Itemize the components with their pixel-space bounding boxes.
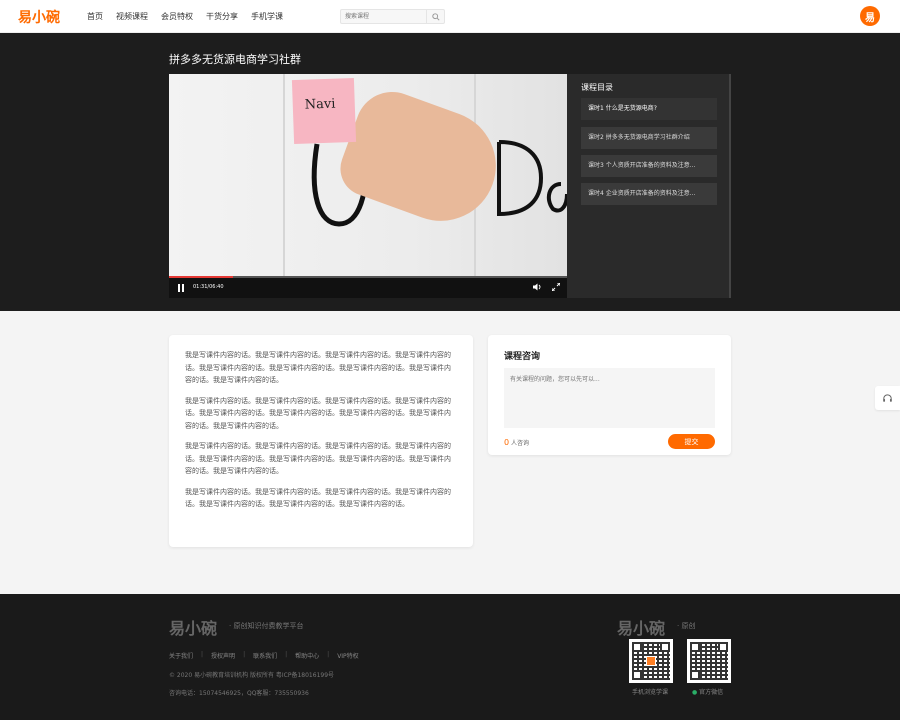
catalog-item[interactable]: 课时1 什么是无货源电商? [581,98,717,120]
sticky-note: Navi [291,77,357,145]
consult-count-label: 人咨询 [511,440,530,447]
search-box [340,9,445,24]
nav-member-privileges[interactable]: 会员特权 [161,11,193,22]
nav-home[interactable]: 首页 [87,11,103,22]
mobile-qr-code [629,639,673,683]
course-consult-card: 课程咨询 0 人咨询 提交 [488,335,731,455]
player-controls: 01:31/06:40 [169,276,567,298]
footer-link-about[interactable]: 关于我们 [169,651,193,660]
footer-slogan: · 原创知识付费教学平台 [229,622,304,630]
footer-logo: 易小碗 [169,619,218,638]
consult-count: 0 人咨询 [504,438,529,447]
footer-link-contact[interactable]: 联系我们 [253,651,277,660]
top-navigation-bar: 易小碗 首页 视频课程 会员特权 干货分享 手机学课 易 [0,0,900,33]
video-player[interactable]: Navi 01:31/06:40 [169,74,567,298]
volume-icon[interactable] [533,283,542,293]
progress-fill [169,276,233,278]
consult-textarea[interactable] [504,368,715,428]
footer-links: 关于我们 | 授权声明 | 联系我们 | 帮助中心 | VIP特权 [169,651,359,660]
headset-icon [883,393,892,402]
user-avatar[interactable]: 易 [860,6,880,26]
footer-logo-secondary: 易小碗 [617,619,666,638]
catalog-item[interactable]: 课时4 企业资质开店准备的资料及注意... [581,183,717,205]
search-button[interactable] [426,10,444,23]
description-paragraph: 我是写课件内容的话。我是写课件内容的话。我是写课件内容的话。我是写课件内容的话。… [185,396,451,430]
search-icon [431,12,440,21]
consult-count-number: 0 [504,438,510,447]
consult-title: 课程咨询 [504,352,541,362]
site-logo[interactable]: 易小碗 [18,7,60,27]
description-paragraph: 我是写课件内容的话。我是写课件内容的话。我是写课件内容的话。我是写课件内容的话。… [185,442,451,475]
wechat-qr-label: ● 官方微信 [692,687,723,696]
wechat-icon: ● [692,689,698,696]
footer-slogan-secondary: · 原创 [677,622,696,630]
catalog-item[interactable]: 课时2 拼多多无货源电商学习社群介绍 [581,127,717,149]
description-paragraph: 我是写课件内容的话。我是写课件内容的话。我是写课件内容的话。我是写课件内容的话。… [185,351,451,384]
description-paragraph: 我是写课件内容的话。我是写课件内容的话。我是写课件内容的话。我是写课件内容的话。… [185,487,451,509]
playback-time: 01:31/06:40 [193,284,224,290]
footer-link-license[interactable]: 授权声明 [211,651,235,660]
main-nav: 首页 视频课程 会员特权 干货分享 手机学课 [87,11,296,22]
nav-video-courses[interactable]: 视频课程 [116,11,148,22]
footer-link-vip[interactable]: VIP特权 [337,651,359,660]
nav-articles[interactable]: 干货分享 [206,11,238,22]
nav-mobile-learning[interactable]: 手机学课 [251,11,283,22]
fullscreen-icon[interactable] [551,282,561,293]
footer-contact: 咨询电话：15074546925，QQ客服：735550936 [169,690,309,697]
sticky-note-text: Navi [304,96,336,113]
course-title: 拼多多无货源电商学习社群 [169,53,301,66]
footer-link-help[interactable]: 帮助中心 [295,651,319,660]
course-description-card: 我是写课件内容的话。我是写课件内容的话。我是写课件内容的话。我是写课件内容的话。… [169,335,473,547]
footer-copyright: © 2020 易小碗教育培训机构 版权所有 粤ICP备18016199号 [169,672,335,679]
wechat-qr-label-text: 官方微信 [699,689,724,696]
pause-icon[interactable] [178,284,184,292]
course-catalog: 课程目录 课时1 什么是无货源电商? 课时2 拼多多无货源电商学习社群介绍 课时… [567,74,731,298]
customer-service-button[interactable] [875,386,900,410]
video-frame: Navi [169,74,567,278]
catalog-item[interactable]: 课时3 个人资质开店准备的资料及注意... [581,155,717,177]
site-footer: 易小碗 · 原创知识付费教学平台 关于我们 | 授权声明 | 联系我们 | 帮助中心 |… [0,594,900,720]
submit-button[interactable]: 提交 [668,434,715,449]
search-input[interactable] [345,10,425,23]
progress-bar[interactable] [169,276,567,278]
mobile-qr-label: 手机浏览学课 [632,689,669,696]
catalog-title: 课程目录 [581,83,613,92]
wechat-qr-code [687,639,731,683]
